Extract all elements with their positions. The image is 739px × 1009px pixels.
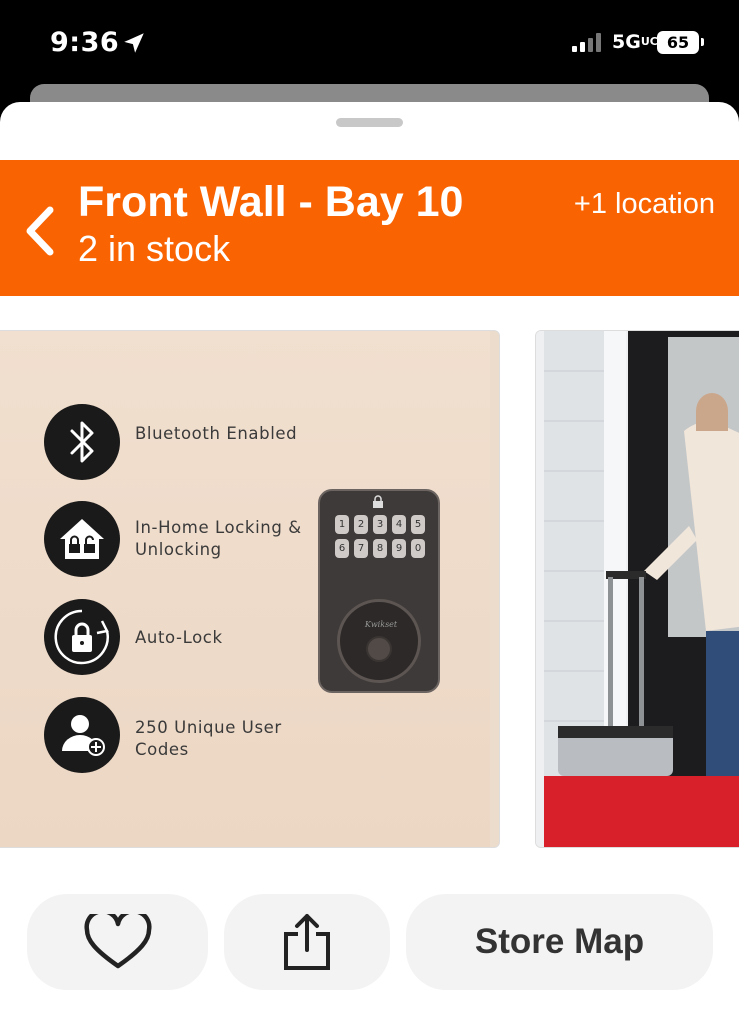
keypad-key: 3 — [373, 515, 387, 534]
keypad-key: 9 — [392, 539, 406, 558]
share-icon — [284, 914, 330, 970]
feature-in-home-locking-label: In-Home Locking & Unlocking — [135, 518, 302, 559]
key-cylinder — [366, 636, 392, 662]
keypad-key: 6 — [335, 539, 349, 558]
user-add-icon — [44, 697, 120, 773]
back-chevron-icon[interactable] — [22, 204, 58, 258]
features-background: Bluetooth Enabled In-Home Locking & Unlo… — [0, 331, 490, 847]
lock-brand-logo: Kwikset — [364, 620, 398, 629]
action-bar: Store Map — [0, 894, 739, 994]
lock-indicator-icon — [373, 495, 383, 508]
lock-deadbolt-face: Kwikset — [337, 599, 421, 683]
keypad-key: 2 — [354, 515, 368, 534]
share-button[interactable] — [224, 894, 390, 990]
location-arrow-icon — [124, 33, 144, 53]
sheet-grabber[interactable] — [336, 118, 403, 127]
home-lock-icon — [44, 501, 120, 577]
bluetooth-icon — [44, 404, 120, 480]
keypad-key: 0 — [411, 539, 425, 558]
location-banner: Front Wall - Bay 10 2 in stock +1 locati… — [0, 160, 739, 296]
product-image-features[interactable]: Bluetooth Enabled In-Home Locking & Unlo… — [0, 330, 500, 848]
stock-count: 2 in stock — [78, 228, 231, 269]
keypad-key: 5 — [411, 515, 425, 534]
feature-bluetooth-label: Bluetooth Enabled — [135, 424, 298, 443]
feature-auto-lock-label: Auto-Lock — [135, 628, 223, 647]
network-type: 5GUC — [612, 31, 658, 53]
product-image-carousel[interactable]: Bluetooth Enabled In-Home Locking & Unlo… — [0, 330, 739, 848]
feature-user-codes-label: 250 Unique User Codes — [135, 718, 282, 759]
auto-lock-icon — [44, 599, 120, 675]
additional-locations-link[interactable]: +1 location — [574, 188, 715, 221]
status-time: 9:36 — [50, 27, 120, 58]
aisle-title: Front Wall - Bay 10 — [78, 178, 464, 226]
keypad-key: 4 — [392, 515, 406, 534]
store-map-button[interactable]: Store Map — [406, 894, 713, 990]
smart-lock-image: 1 2 3 4 5 6 7 8 9 0 Kwikset — [318, 489, 440, 693]
keypad-key: 7 — [354, 539, 368, 558]
favorite-button[interactable] — [27, 894, 208, 990]
keypad-key: 8 — [373, 539, 387, 558]
battery-tip — [701, 38, 704, 46]
keypad-key: 1 — [335, 515, 349, 534]
battery-indicator: 65 — [657, 31, 699, 54]
product-location-sheet: Front Wall - Bay 10 2 in stock +1 locati… — [0, 102, 739, 1009]
store-map-label: Store Map — [474, 922, 645, 961]
lock-keypad: 1 2 3 4 5 6 7 8 9 0 — [333, 511, 425, 591]
lifestyle-photo — [536, 331, 739, 847]
signal-icon — [572, 33, 601, 52]
status-bar: 9:36 5GUC 65 — [0, 0, 739, 90]
heart-icon — [84, 914, 152, 969]
product-image-lifestyle[interactable] — [535, 330, 739, 848]
